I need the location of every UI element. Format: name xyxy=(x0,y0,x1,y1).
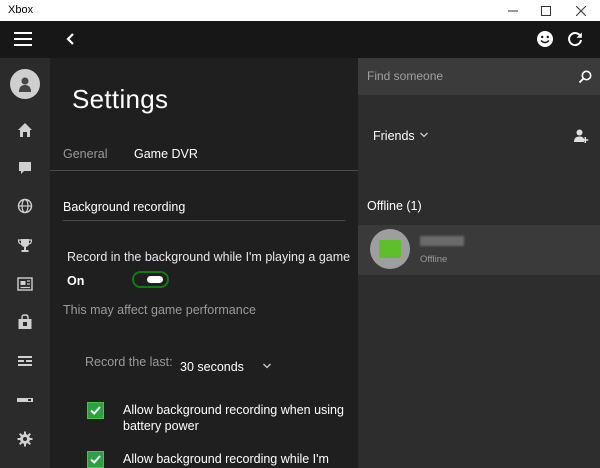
search-box xyxy=(358,58,600,95)
battery-recording-label: Allow background recording when using ba… xyxy=(123,403,344,433)
messages-icon xyxy=(19,162,31,174)
close-icon xyxy=(576,5,586,16)
settings-icon xyxy=(17,431,33,447)
rail-achievements[interactable] xyxy=(0,230,50,260)
search-icon[interactable] xyxy=(578,70,592,84)
performance-note: This may affect game performance xyxy=(63,303,256,317)
smiley-icon[interactable] xyxy=(536,30,554,48)
wireless-display-checkbox[interactable] xyxy=(87,451,104,468)
activity-feed-icon xyxy=(18,356,32,366)
checkmark-icon xyxy=(90,406,101,415)
tab-general[interactable]: General xyxy=(63,147,107,161)
rail-messages[interactable] xyxy=(0,153,50,183)
rail-settings[interactable] xyxy=(0,424,50,454)
rail-game-dvr[interactable] xyxy=(0,269,50,299)
checkmark-icon xyxy=(90,455,101,464)
friend-status: Offline xyxy=(420,254,448,265)
chevron-down-icon[interactable] xyxy=(419,130,429,140)
toggle-state-label: On xyxy=(67,274,85,288)
chevron-down-icon[interactable] xyxy=(262,361,272,371)
find-someone-input[interactable] xyxy=(367,69,567,83)
friends-panel: Friends Offline (1) Offline xyxy=(358,58,600,468)
settings-panel: Settings General Game DVR Background rec… xyxy=(50,58,358,468)
avatar-icon xyxy=(10,69,40,99)
tabs-divider xyxy=(50,170,358,171)
offline-group-header: Offline (1) xyxy=(367,199,422,213)
globe-icon xyxy=(17,198,33,214)
rail-store[interactable] xyxy=(0,307,50,337)
rail-activity[interactable] xyxy=(0,346,50,376)
game-dvr-icon xyxy=(17,277,33,291)
rail-avatar[interactable] xyxy=(0,66,50,102)
record-last-dropdown[interactable]: 30 seconds xyxy=(180,360,244,374)
friend-list-item[interactable]: Offline xyxy=(358,225,600,275)
record-last-label: Record the last: xyxy=(85,355,173,369)
connection-icon xyxy=(17,398,33,402)
tab-game-dvr[interactable]: Game DVR xyxy=(134,147,198,161)
gamerpic-image xyxy=(379,240,401,258)
minimize-icon xyxy=(508,10,518,11)
background-recording-toggle[interactable] xyxy=(132,271,169,288)
hamburger-menu-icon[interactable] xyxy=(14,32,32,46)
wireless-display-label: Allow background recording while I'm usi… xyxy=(123,452,329,466)
rail-home[interactable] xyxy=(0,115,50,145)
window-title: Xbox xyxy=(8,4,34,16)
store-icon xyxy=(18,314,32,329)
close-button[interactable] xyxy=(566,0,596,21)
maximize-icon xyxy=(541,5,551,16)
background-recording-label: Record in the background while I'm playi… xyxy=(67,250,351,264)
maximize-button[interactable] xyxy=(531,0,561,21)
xbox-app: Settings General Game DVR Background rec… xyxy=(0,21,600,468)
refresh-icon[interactable] xyxy=(566,30,584,48)
friend-avatar xyxy=(370,229,410,269)
rail-globe[interactable] xyxy=(0,191,50,221)
nav-rail xyxy=(0,58,50,468)
battery-recording-checkbox[interactable] xyxy=(87,402,104,419)
back-arrow-icon[interactable] xyxy=(64,30,78,48)
add-friend-icon[interactable] xyxy=(573,128,589,144)
minimize-button[interactable] xyxy=(498,0,528,21)
window-titlebar: Xbox xyxy=(0,0,600,21)
rail-connection[interactable] xyxy=(0,385,50,415)
section-divider xyxy=(63,220,345,221)
page-title: Settings xyxy=(72,84,169,114)
home-icon xyxy=(18,123,32,137)
app-header xyxy=(0,21,600,58)
trophy-icon xyxy=(17,239,33,252)
toggle-knob xyxy=(147,276,163,283)
section-title: Background recording xyxy=(63,200,186,214)
friend-name-redacted xyxy=(420,236,464,246)
friends-filter-dropdown[interactable]: Friends xyxy=(373,129,415,143)
